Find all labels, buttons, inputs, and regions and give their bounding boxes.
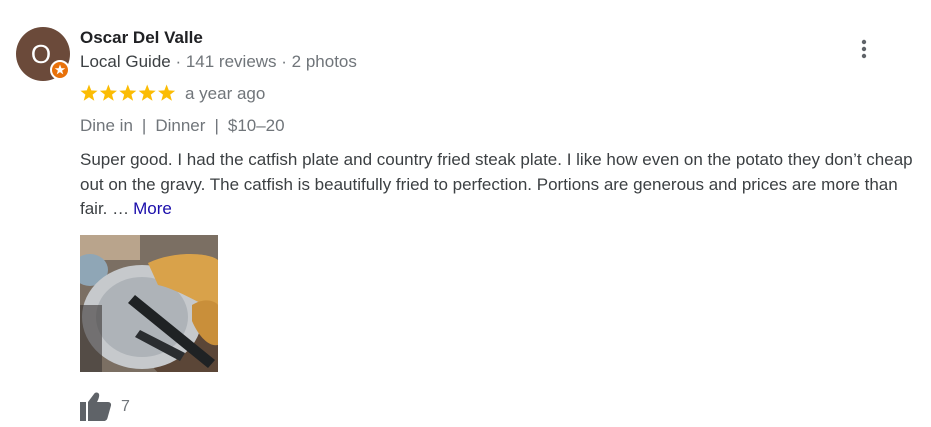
- local-guide-badge-icon: [50, 60, 70, 80]
- like-count: 7: [121, 398, 130, 415]
- attribute-separator: |: [141, 116, 147, 135]
- attribute-meal: Dinner: [155, 116, 206, 135]
- reviewer-name[interactable]: Oscar Del Valle: [80, 28, 203, 48]
- review-time: a year ago: [185, 84, 266, 103]
- star-icon: [80, 84, 98, 101]
- thumb-up-icon[interactable]: [80, 391, 112, 421]
- review-text: Super good. I had the catfish plate and …: [80, 148, 920, 222]
- more-vert-icon[interactable]: [852, 37, 876, 61]
- attribute-dine-in: Dine in: [80, 116, 133, 135]
- star-icon: [99, 84, 117, 101]
- star-icon: [158, 84, 176, 101]
- review-attributes: Dine in | Dinner | $10–20: [80, 116, 285, 136]
- attribute-price: $10–20: [227, 116, 285, 135]
- review-card: O Oscar Del Valle Local Guide · 141 revi…: [0, 0, 931, 427]
- star-icon: [119, 84, 137, 101]
- more-link[interactable]: More: [133, 199, 172, 218]
- meta-separator: ·: [276, 52, 292, 71]
- photo-count: 2 photos: [291, 52, 357, 71]
- review-body: Super good. I had the catfish plate and …: [80, 150, 913, 218]
- review-photo[interactable]: [80, 235, 218, 372]
- avatar-initial: O: [30, 39, 52, 69]
- meta-separator: ·: [170, 52, 186, 71]
- star-icon: [138, 84, 156, 101]
- review-count: 141 reviews: [185, 52, 277, 71]
- attribute-separator: |: [214, 116, 219, 135]
- local-guide-label: Local Guide: [80, 52, 171, 71]
- reviewer-meta: Local Guide · 141 reviews · 2 photos: [80, 52, 357, 72]
- star-rating: [80, 84, 176, 101]
